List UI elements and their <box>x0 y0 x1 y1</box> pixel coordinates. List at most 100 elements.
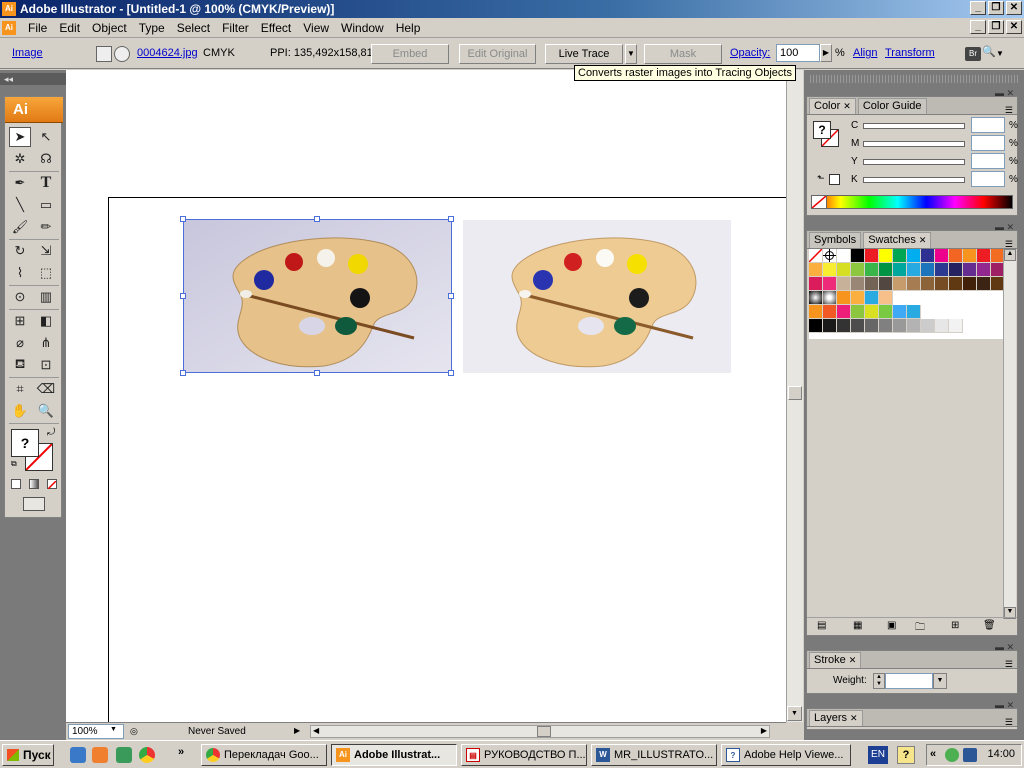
image-selection-label[interactable]: Image <box>12 47 43 59</box>
swatch[interactable] <box>879 319 893 333</box>
swatch[interactable] <box>851 291 865 305</box>
lasso-tool-icon[interactable]: ☊ <box>35 149 57 169</box>
last-color-swatch[interactable] <box>829 174 840 185</box>
panel-menu-icon[interactable]: ☰ <box>1005 659 1013 670</box>
close-button[interactable]: ✕ <box>1006 1 1022 15</box>
panel-minimize-close[interactable]: ▬ ✕ <box>995 88 1014 99</box>
document-icon[interactable]: Ai <box>2 20 16 35</box>
scroll-up-arrow[interactable]: ▲ <box>1004 249 1016 261</box>
swatch[interactable] <box>823 277 837 291</box>
scale-tool-icon[interactable]: ⇲ <box>35 241 57 261</box>
swatch[interactable] <box>809 319 823 333</box>
magenta-value[interactable] <box>971 135 1005 151</box>
swatch[interactable] <box>977 263 991 277</box>
resize-handle-left[interactable] <box>180 293 186 299</box>
placed-image-palette-copy[interactable] <box>463 220 731 373</box>
taskbar-item-help-viewer[interactable]: ? Adobe Help Viewe... <box>721 744 851 766</box>
swatch[interactable] <box>893 263 907 277</box>
taskbar-item-word[interactable]: W MR_ILLUSTRATO... <box>591 744 717 766</box>
tracing-presets-dropdown[interactable]: ▼ <box>625 44 637 64</box>
swatch[interactable] <box>879 263 893 277</box>
language-indicator[interactable]: EN <box>868 746 888 764</box>
swatch[interactable] <box>823 263 837 277</box>
swatch[interactable] <box>949 249 963 263</box>
swatch[interactable] <box>921 263 935 277</box>
horizontal-scrollbar[interactable]: ◀ ▶ <box>310 725 770 738</box>
black-slider[interactable]: K % <box>837 171 1018 187</box>
minimize-button[interactable]: _ <box>970 1 986 15</box>
vertical-scroll-thumb[interactable] <box>788 386 802 400</box>
out-of-gamut-icon[interactable]: ⬑ <box>817 173 825 184</box>
tab-color-guide[interactable]: Color Guide <box>857 98 927 114</box>
cyan-slider[interactable]: C % <box>837 117 1018 133</box>
bridge-icon[interactable]: Br <box>965 47 981 61</box>
swatch-gradient[interactable] <box>823 291 837 305</box>
swatch[interactable] <box>907 277 921 291</box>
chevron-down-icon[interactable]: ▼ <box>996 49 1004 58</box>
horizontal-scroll-thumb[interactable] <box>537 726 551 737</box>
align-link[interactable]: Align <box>853 47 877 59</box>
taskbar-item-translator[interactable]: Перекладач Goo... <box>201 744 327 766</box>
free-transform-tool-icon[interactable]: ⬚ <box>35 263 57 283</box>
clock[interactable]: 14:00 <box>987 748 1015 760</box>
selection-tool-icon[interactable]: ➤ <box>9 127 31 147</box>
swatch[interactable] <box>935 263 949 277</box>
none-color-swatch[interactable] <box>811 195 827 209</box>
menu-view[interactable]: View <box>297 19 335 37</box>
resize-handle-top-left[interactable] <box>180 216 186 222</box>
warp-tool-icon[interactable]: ⌇ <box>9 263 31 283</box>
scroll-left-arrow[interactable]: ◀ <box>313 726 319 735</box>
cyan-track[interactable] <box>863 123 965 129</box>
yellow-value[interactable] <box>971 153 1005 169</box>
menu-type[interactable]: Type <box>133 19 171 37</box>
menu-object[interactable]: Object <box>86 19 133 37</box>
crop-area-tool-icon[interactable]: ⌗ <box>9 379 31 399</box>
weight-dropdown-arrow[interactable]: ▼ <box>933 673 947 689</box>
help-tray-icon[interactable]: ? <box>897 746 915 764</box>
magic-wand-tool-icon[interactable]: ✲ <box>9 149 31 169</box>
rectangle-tool-icon[interactable]: ▭ <box>35 195 57 215</box>
panel-menu-icon[interactable]: ☰ <box>1005 717 1013 728</box>
resize-handle-bottom[interactable] <box>314 370 320 376</box>
swatch-libraries-icon[interactable]: ▤ <box>817 620 826 631</box>
new-color-group-icon[interactable]: 🗀 <box>915 620 925 637</box>
dock-grip[interactable] <box>810 75 1020 83</box>
swatch[interactable] <box>809 305 823 319</box>
yellow-track[interactable] <box>863 159 965 165</box>
direct-selection-tool-icon[interactable]: ↖ <box>35 127 57 147</box>
quicklaunch-ie-icon[interactable] <box>70 747 86 763</box>
fill-swatch[interactable]: ? <box>11 429 39 457</box>
eyedropper-tool-icon[interactable]: ⌀ <box>9 333 31 353</box>
swatch[interactable] <box>963 249 977 263</box>
gradient-tool-icon[interactable]: ◧ <box>35 311 57 331</box>
quicklaunch-firefox-icon[interactable] <box>92 747 108 763</box>
opacity-arrow[interactable]: ▶ <box>820 44 832 62</box>
pen-tool-icon[interactable]: ✒ <box>9 173 31 193</box>
swatch-gradient-radial[interactable] <box>809 291 823 305</box>
swatch[interactable] <box>921 277 935 291</box>
menu-effect[interactable]: Effect <box>255 19 297 37</box>
artboard-canvas[interactable] <box>66 70 786 722</box>
swatch[interactable] <box>851 305 865 319</box>
swatch[interactable] <box>907 319 921 333</box>
column-graph-tool-icon[interactable]: ▥ <box>35 287 57 307</box>
type-tool-icon[interactable]: T <box>35 173 57 193</box>
quicklaunch-overflow-chevron[interactable]: » <box>178 746 184 758</box>
doc-restore-button[interactable]: ❐ <box>988 20 1004 34</box>
tools-collapse-bar[interactable]: ◂◂ <box>0 73 66 85</box>
new-swatch-icon[interactable]: ⊞ <box>951 620 959 631</box>
black-track[interactable] <box>863 177 965 183</box>
swatches-scrollbar[interactable]: ▲ ▼ <box>1003 249 1016 619</box>
eraser-tool-icon[interactable]: ⌫ <box>35 379 57 399</box>
panel-minimize-close[interactable]: ▬ ✕ <box>995 222 1014 233</box>
weight-stepper[interactable]: ▲ ▼ <box>873 673 885 689</box>
color-fill-box[interactable]: ? <box>813 121 831 139</box>
swatch[interactable] <box>851 319 865 333</box>
swatch[interactable] <box>907 305 921 319</box>
network-icon[interactable] <box>963 748 977 762</box>
linked-file-icon[interactable] <box>96 46 112 62</box>
zoom-tool-icon[interactable]: 🔍 <box>35 401 57 421</box>
swatch[interactable] <box>893 305 907 319</box>
swatch-none[interactable] <box>808 248 823 263</box>
swatch-options-icon[interactable]: ▣ <box>887 620 896 631</box>
